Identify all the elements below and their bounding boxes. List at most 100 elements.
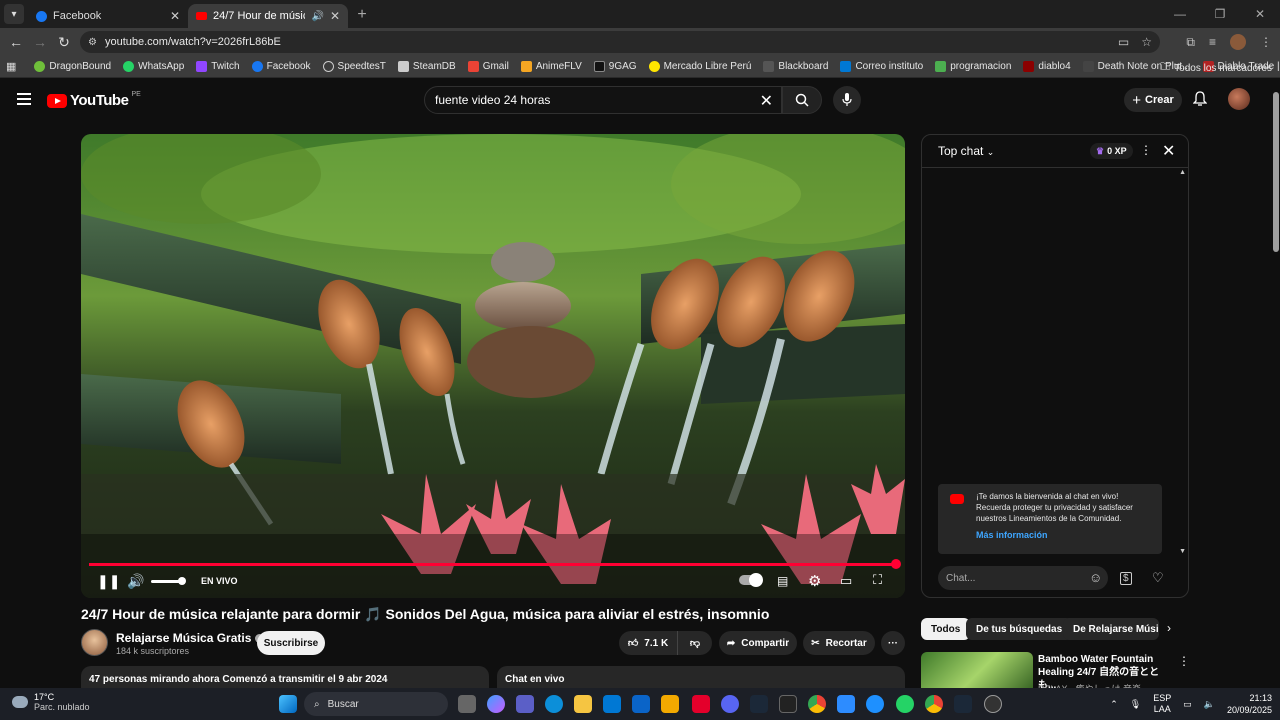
- dislike-button[interactable]: 👎︎: [677, 631, 712, 655]
- address-bar[interactable]: ⚙ youtube.com/watch?v=2026frL86bE ▭ ☆: [80, 31, 1160, 53]
- cast-icon[interactable]: ▭: [1118, 35, 1129, 49]
- copilot-icon[interactable]: [487, 695, 505, 713]
- restore-icon[interactable]: ❐: [1200, 7, 1240, 21]
- steam-2-icon[interactable]: [954, 695, 972, 713]
- progress-bar[interactable]: [89, 563, 897, 566]
- close-chat-icon[interactable]: ✕: [1162, 141, 1175, 161]
- file-explorer-icon[interactable]: [574, 695, 592, 713]
- windows-start-icon[interactable]: [279, 695, 297, 713]
- bookmark-dragonbound[interactable]: DragonBound: [28, 61, 117, 72]
- live-badge[interactable]: EN VIVO: [201, 576, 238, 586]
- youtube-logo[interactable]: YouTube PE: [47, 91, 141, 109]
- task-view-icon[interactable]: [458, 695, 476, 713]
- bookmark-whatsapp[interactable]: WhatsApp: [117, 61, 190, 72]
- scroll-up-arrow-icon[interactable]: ▲: [1179, 169, 1186, 176]
- progress-scrubber[interactable]: [891, 559, 901, 569]
- profile-icon[interactable]: [1230, 34, 1246, 50]
- bookmark-mercado-libre[interactable]: Mercado Libre Perú: [643, 61, 758, 72]
- pause-icon[interactable]: ❚❚: [97, 573, 120, 590]
- menu-icon[interactable]: [17, 93, 31, 105]
- tab-facebook[interactable]: Facebook ✕: [28, 4, 188, 28]
- emoji-icon[interactable]: ☺: [1089, 570, 1102, 585]
- app-blue-icon[interactable]: [866, 695, 884, 713]
- chat-input[interactable]: Chat...: [938, 566, 1108, 590]
- voice-search-button[interactable]: [833, 86, 861, 114]
- super-chat-icon[interactable]: $: [1120, 572, 1132, 585]
- volume-icon[interactable]: 🔊: [127, 573, 144, 590]
- fullscreen-icon[interactable]: ⛶: [873, 572, 882, 588]
- chat-mode-dropdown[interactable]: Top chat ⌄: [938, 144, 994, 158]
- microphone-icon[interactable]: 🎙: [1130, 699, 1141, 710]
- account-avatar[interactable]: [1228, 88, 1250, 110]
- app-circle-icon[interactable]: [984, 695, 1002, 713]
- notifications-button[interactable]: [1192, 91, 1208, 110]
- bookmark-gmail[interactable]: Gmail: [462, 61, 515, 72]
- clear-search-icon[interactable]: ✕: [760, 91, 773, 111]
- subtitles-icon[interactable]: ▤: [777, 574, 788, 588]
- bookmark-animeflv[interactable]: AnimeFLV: [515, 61, 588, 72]
- volume-slider-handle[interactable]: [178, 577, 186, 585]
- edge-icon[interactable]: [545, 695, 563, 713]
- app-red-icon[interactable]: [692, 695, 710, 713]
- xp-badge[interactable]: ♛ 0 XP: [1090, 143, 1133, 159]
- close-window-icon[interactable]: ✕: [1240, 7, 1280, 21]
- share-button[interactable]: ➦ Compartir: [719, 631, 797, 655]
- zoom-icon[interactable]: [837, 695, 855, 713]
- close-tab-icon[interactable]: ✕: [170, 9, 180, 23]
- media-controls-icon[interactable]: ≡: [1209, 35, 1216, 49]
- tray-overflow-icon[interactable]: ⌃: [1110, 699, 1118, 710]
- more-info-link[interactable]: Más información: [976, 530, 1154, 541]
- bookmark-correo-instituto[interactable]: Correo instituto: [834, 61, 929, 72]
- chevron-right-icon[interactable]: ›: [1167, 621, 1171, 635]
- minimize-icon[interactable]: —: [1160, 7, 1200, 21]
- channel-avatar[interactable]: [81, 629, 108, 656]
- scrollbar-thumb[interactable]: [1273, 92, 1279, 252]
- clip-button[interactable]: ✂ Recortar: [803, 631, 875, 655]
- chip-todos[interactable]: Todos: [921, 618, 971, 640]
- chip-from-channel[interactable]: De Relajarse Músic: [1063, 618, 1159, 640]
- bookmark-blackboard[interactable]: Blackboard: [757, 61, 834, 72]
- forward-icon[interactable]: →: [28, 34, 52, 50]
- chip-from-searches[interactable]: De tus búsquedas: [966, 618, 1073, 640]
- scroll-down-arrow-icon[interactable]: ▼: [1179, 548, 1186, 555]
- more-actions-button[interactable]: ···: [881, 631, 905, 655]
- steam-icon[interactable]: [750, 695, 768, 713]
- store-icon[interactable]: [603, 695, 621, 713]
- apps-grid-icon[interactable]: ▦: [6, 60, 16, 73]
- search-input[interactable]: fuente video 24 horas ✕: [424, 86, 782, 114]
- new-tab-button[interactable]: +: [352, 5, 372, 25]
- outlook-icon[interactable]: [632, 695, 650, 713]
- bookmark-diablo4[interactable]: diablo4: [1017, 61, 1076, 72]
- theater-mode-icon[interactable]: ▭: [840, 573, 852, 589]
- close-tab-icon[interactable]: ✕: [330, 9, 340, 23]
- subscribe-button[interactable]: Suscribirse: [257, 631, 325, 655]
- browser-menu-icon[interactable]: ⋮: [1260, 35, 1272, 49]
- bookmark-star-icon[interactable]: ☆: [1141, 35, 1152, 49]
- tab-search-button[interactable]: ▾: [4, 4, 24, 24]
- site-info-icon[interactable]: ⚙: [88, 37, 97, 48]
- reload-icon[interactable]: ↻: [52, 34, 76, 51]
- all-bookmarks-button[interactable]: 🗀 Todos los marcadores: [1160, 60, 1272, 77]
- chat-options-icon[interactable]: ⋮: [1140, 143, 1152, 157]
- settings-icon[interactable]: ⚙: [808, 572, 821, 590]
- bookmark-twitch[interactable]: Twitch: [190, 61, 245, 72]
- create-button[interactable]: + Crear: [1124, 88, 1182, 112]
- more-vertical-icon[interactable]: ⋮: [1178, 654, 1190, 668]
- speaker-icon[interactable]: 🔈: [1204, 699, 1215, 710]
- teams-icon[interactable]: [516, 695, 534, 713]
- bookmark-programacion[interactable]: programacion: [929, 61, 1017, 72]
- whatsapp-icon[interactable]: [896, 695, 914, 713]
- network-icon[interactable]: ▭: [1183, 699, 1192, 710]
- like-button[interactable]: 👍︎ 7.1 K: [619, 631, 677, 655]
- clock[interactable]: 21:13 20/09/2025: [1227, 692, 1272, 716]
- video-player[interactable]: ❚❚ 🔊 EN VIVO ▤ ⚙ ▭ ⛶: [81, 134, 905, 598]
- extensions-icon[interactable]: ⧉: [1186, 35, 1195, 50]
- epic-games-icon[interactable]: [779, 695, 797, 713]
- tab-youtube-video[interactable]: 24/7 Hour de música relajante 🔊 ✕: [188, 4, 348, 28]
- chrome-profile-icon[interactable]: [925, 695, 943, 713]
- weather-widget[interactable]: 17°C Parc. nublado: [12, 692, 90, 712]
- bookmark-speedtest[interactable]: SpeedtesT: [317, 61, 392, 72]
- back-icon[interactable]: ←: [4, 34, 28, 50]
- heart-icon[interactable]: ♡: [1152, 570, 1164, 586]
- chrome-icon[interactable]: [808, 695, 826, 713]
